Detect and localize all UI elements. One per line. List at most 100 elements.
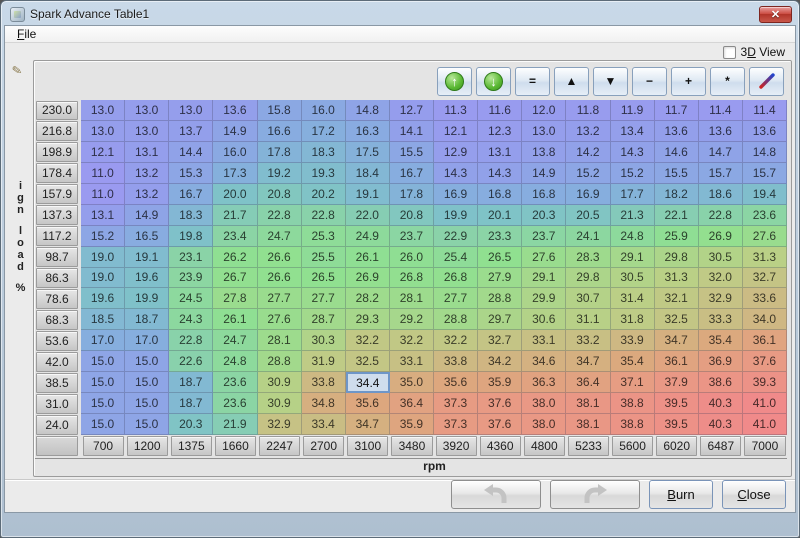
table-cell[interactable]: 15.7 bbox=[743, 163, 787, 184]
table-cell[interactable]: 13.4 bbox=[611, 121, 655, 142]
table-cell[interactable]: 31.4 bbox=[611, 288, 655, 309]
table-cell[interactable]: 19.4 bbox=[743, 184, 787, 205]
multiply-button[interactable]: * bbox=[710, 67, 745, 96]
table-cell[interactable]: 13.2 bbox=[125, 184, 169, 205]
table-cell[interactable]: 27.9 bbox=[478, 268, 522, 289]
col-header[interactable]: 1375 bbox=[171, 436, 212, 456]
table-cell[interactable]: 18.7 bbox=[125, 309, 169, 330]
table-cell[interactable]: 28.8 bbox=[478, 288, 522, 309]
table-cell[interactable]: 32.2 bbox=[346, 330, 390, 351]
table-cell[interactable]: 15.0 bbox=[125, 414, 169, 435]
table-cell[interactable]: 27.8 bbox=[213, 288, 257, 309]
row-header[interactable]: 68.3 bbox=[36, 310, 78, 330]
table-cell[interactable]: 14.2 bbox=[566, 142, 610, 163]
table-cell[interactable]: 29.8 bbox=[566, 268, 610, 289]
table-cell[interactable]: 32.2 bbox=[390, 330, 434, 351]
row-header[interactable]: 216.8 bbox=[36, 121, 78, 141]
row-header[interactable]: 137.3 bbox=[36, 205, 78, 225]
table-cell[interactable]: 34.2 bbox=[478, 351, 522, 372]
table-cell[interactable]: 13.2 bbox=[125, 163, 169, 184]
table-cell[interactable]: 18.2 bbox=[655, 184, 699, 205]
undo-button[interactable] bbox=[451, 480, 541, 509]
table-cell[interactable]: 19.1 bbox=[346, 184, 390, 205]
row-header[interactable]: 117.2 bbox=[36, 226, 78, 246]
table-cell[interactable]: 34.7 bbox=[566, 351, 610, 372]
table-cell[interactable]: 14.4 bbox=[169, 142, 213, 163]
table-cell[interactable]: 15.2 bbox=[81, 226, 125, 247]
table-cell[interactable]: 19.8 bbox=[169, 226, 213, 247]
table-cell[interactable]: 16.7 bbox=[390, 163, 434, 184]
table-cell[interactable]: 13.1 bbox=[478, 142, 522, 163]
table-cell[interactable]: 26.5 bbox=[302, 268, 346, 289]
table-cell[interactable]: 19.3 bbox=[302, 163, 346, 184]
table-cell[interactable]: 17.5 bbox=[346, 142, 390, 163]
table-cell[interactable]: 26.9 bbox=[699, 226, 743, 247]
table-cell[interactable]: 26.0 bbox=[390, 247, 434, 268]
table-cell[interactable]: 41.0 bbox=[743, 414, 787, 435]
table-cell[interactable]: 30.5 bbox=[611, 268, 655, 289]
table-cell[interactable]: 29.1 bbox=[611, 247, 655, 268]
table-cell[interactable]: 36.1 bbox=[743, 330, 787, 351]
table-cell[interactable]: 16.0 bbox=[302, 100, 346, 121]
close-button[interactable]: Close bbox=[722, 480, 786, 509]
table-cell[interactable]: 26.6 bbox=[258, 268, 302, 289]
table-cell[interactable]: 35.4 bbox=[611, 351, 655, 372]
menu-file[interactable]: File bbox=[12, 26, 41, 42]
table-cell[interactable]: 15.0 bbox=[81, 393, 125, 414]
table-cell[interactable]: 23.6 bbox=[213, 372, 257, 393]
table-cell[interactable]: 16.8 bbox=[478, 184, 522, 205]
table-cell[interactable]: 11.6 bbox=[478, 100, 522, 121]
table-cell[interactable]: 35.6 bbox=[346, 393, 390, 414]
table-cell[interactable]: 25.9 bbox=[655, 226, 699, 247]
col-header[interactable]: 5233 bbox=[568, 436, 609, 456]
table-cell[interactable]: 12.9 bbox=[434, 142, 478, 163]
redo-button[interactable] bbox=[550, 480, 640, 509]
row-header[interactable]: 53.6 bbox=[36, 331, 78, 351]
table-cell[interactable]: 22.8 bbox=[169, 330, 213, 351]
row-header[interactable]: 42.0 bbox=[36, 352, 78, 372]
table-cell[interactable]: 23.6 bbox=[213, 393, 257, 414]
table-cell[interactable]: 11.4 bbox=[699, 100, 743, 121]
table-cell[interactable]: 13.0 bbox=[125, 121, 169, 142]
table-cell[interactable]: 16.5 bbox=[125, 226, 169, 247]
row-header[interactable]: 86.3 bbox=[36, 268, 78, 288]
table-cell[interactable]: 29.2 bbox=[390, 309, 434, 330]
row-header[interactable]: 78.6 bbox=[36, 289, 78, 309]
table-cell[interactable]: 32.0 bbox=[699, 268, 743, 289]
table-cell[interactable]: 27.7 bbox=[258, 288, 302, 309]
table-cell[interactable]: 13.0 bbox=[81, 121, 125, 142]
table-cell[interactable]: 18.6 bbox=[699, 184, 743, 205]
table-cell[interactable]: 26.8 bbox=[434, 268, 478, 289]
table-cell[interactable]: 11.4 bbox=[743, 100, 787, 121]
table-cell[interactable]: 15.5 bbox=[390, 142, 434, 163]
table-cell[interactable]: 26.5 bbox=[478, 247, 522, 268]
table-cell[interactable]: 35.9 bbox=[390, 414, 434, 435]
table-cell[interactable]: 19.9 bbox=[125, 288, 169, 309]
table-cell[interactable]: 12.1 bbox=[434, 121, 478, 142]
table-cell[interactable]: 24.5 bbox=[169, 288, 213, 309]
table-cell[interactable]: 37.6 bbox=[478, 414, 522, 435]
col-header[interactable]: 3920 bbox=[436, 436, 477, 456]
table-cell[interactable]: 19.0 bbox=[81, 247, 125, 268]
table-cell[interactable]: 16.3 bbox=[346, 121, 390, 142]
table-cell[interactable]: 40.3 bbox=[699, 414, 743, 435]
table-cell[interactable]: 37.3 bbox=[434, 393, 478, 414]
table-cell[interactable]: 14.7 bbox=[699, 142, 743, 163]
nudge-down-button[interactable]: ↓ bbox=[476, 67, 511, 96]
table-cell[interactable]: 37.6 bbox=[743, 351, 787, 372]
table-cell[interactable]: 25.4 bbox=[434, 247, 478, 268]
table-cell[interactable]: 13.0 bbox=[125, 100, 169, 121]
col-header[interactable]: 1660 bbox=[215, 436, 256, 456]
table-cell[interactable]: 11.3 bbox=[434, 100, 478, 121]
col-header[interactable]: 6487 bbox=[700, 436, 741, 456]
table-cell[interactable]: 18.3 bbox=[169, 205, 213, 226]
table-cell[interactable]: 33.3 bbox=[699, 309, 743, 330]
decrease-button[interactable]: ▼ bbox=[593, 67, 628, 96]
table-cell[interactable]: 14.9 bbox=[213, 121, 257, 142]
table-cell[interactable]: 13.1 bbox=[81, 205, 125, 226]
table-cell[interactable]: 12.7 bbox=[390, 100, 434, 121]
burn-button[interactable]: Burn bbox=[649, 480, 713, 509]
col-header[interactable]: 1200 bbox=[127, 436, 168, 456]
table-cell[interactable]: 18.7 bbox=[169, 393, 213, 414]
table-cell[interactable]: 14.9 bbox=[125, 205, 169, 226]
